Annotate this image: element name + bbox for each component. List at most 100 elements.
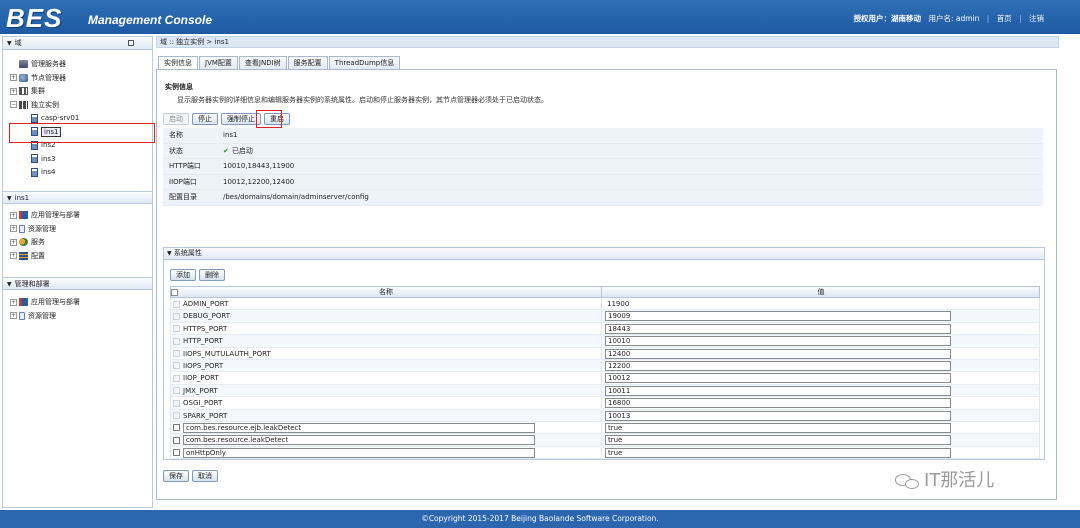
license-user: 授权用户：湖南移动	[853, 14, 922, 23]
row-checkbox[interactable]	[173, 449, 180, 457]
app-deploy-icon	[19, 298, 28, 306]
row-checkbox	[173, 325, 180, 333]
table-row: SPARK_PORT 10013	[170, 409, 1040, 422]
expand-icon[interactable]: +	[10, 312, 17, 319]
tab-bar: 实例信息 JVM配置 查看JNDI树 服务配置 ThreadDump信息	[158, 56, 401, 70]
info-row-name: 名称 ins1	[163, 128, 1043, 144]
header-user-bar: 授权用户：湖南移动 用户名: admin | 首页 | 注销	[853, 14, 1044, 23]
form-actions: 保存 取消	[163, 470, 221, 482]
table-row: IIOPS_PORT 12200	[170, 359, 1040, 373]
instance-tree: + 应用管理与部署 + 资源管理 + 服务 + 配置	[7, 209, 80, 263]
domain-panel-header[interactable]: ▼ 域	[3, 37, 152, 50]
tree-resource-mgmt-2[interactable]: + 资源管理	[7, 310, 80, 324]
property-value-input[interactable]: 19009	[605, 311, 951, 322]
username: 用户名: admin	[928, 14, 980, 23]
property-value-input[interactable]: 10010	[605, 336, 951, 347]
save-button[interactable]: 保存	[163, 470, 189, 482]
collapse-triangle-icon[interactable]: ▼	[167, 250, 172, 257]
info-row-config-dir: 配置目录 /bes/domains/domain/adminserver/con…	[163, 190, 1043, 206]
section-title: 实例信息	[165, 83, 193, 91]
tree-node-manager[interactable]: + 节点管理器	[7, 72, 152, 86]
tree-config[interactable]: + 配置	[7, 250, 80, 264]
force-stop-button[interactable]: 强制停止	[221, 113, 261, 125]
tab-service-config[interactable]: 服务配置	[287, 56, 328, 69]
row-checkbox	[173, 387, 180, 395]
home-link[interactable]: 首页	[997, 14, 1012, 23]
row-checkbox	[173, 362, 180, 370]
domain-tree: 管理服务器 + 节点管理器 + 集群 − 独立实例 casp-srv01 ins1 i…	[3, 50, 152, 184]
instance-info-table: 名称 ins1 状态 ✔ 已启动 HTTP端口 10010,18443,11900…	[163, 128, 1043, 206]
collapse-triangle-icon[interactable]: ▼	[7, 281, 12, 288]
property-value-input[interactable]: 12400	[605, 348, 951, 359]
tab-jndi-tree[interactable]: 查看JNDI树	[238, 56, 287, 69]
column-value-header: 值	[817, 288, 825, 296]
tree-standalone-instances[interactable]: − 独立实例	[7, 99, 152, 113]
row-checkbox	[173, 412, 180, 420]
property-value-input[interactable]: true	[605, 435, 951, 446]
table-row: JMX_PORT 10011	[170, 384, 1040, 398]
started-check-icon: ✔	[223, 146, 229, 155]
tree-resource-mgmt[interactable]: + 资源管理	[7, 223, 80, 237]
logout-link[interactable]: 注销	[1029, 14, 1044, 23]
property-value-input[interactable]: true	[605, 422, 951, 433]
property-value-input[interactable]: true	[605, 447, 951, 458]
row-checkbox	[173, 300, 180, 308]
property-name-input[interactable]: onHttpOnly	[183, 447, 535, 458]
collapse-triangle-icon[interactable]: ▼	[7, 195, 12, 202]
expand-icon[interactable]: +	[10, 298, 17, 306]
collapse-triangle-icon[interactable]: ▼	[7, 40, 12, 47]
instance-icon	[31, 113, 38, 123]
table-row: HTTP_PORT 10010	[170, 335, 1040, 348]
app-header: BES Management Console 授权用户：湖南移动 用户名: ad…	[0, 0, 1080, 34]
delete-property-button[interactable]: 删除	[199, 269, 225, 281]
info-row-http-ports: HTTP端口 10010,18443,11900	[163, 159, 1043, 175]
property-name-input[interactable]: com.bes.resource.leakDetect	[183, 435, 535, 446]
expand-icon[interactable]: +	[10, 87, 17, 95]
stop-button[interactable]: 停止	[192, 113, 218, 125]
property-value-input[interactable]: 10013	[605, 410, 951, 421]
instances-icon	[19, 100, 28, 109]
row-checkbox[interactable]	[173, 424, 180, 432]
start-button[interactable]: 启动	[163, 113, 189, 125]
tree-app-deploy[interactable]: + 应用管理与部署	[7, 209, 80, 223]
table-row: IIOP_PORT 10012	[170, 372, 1040, 385]
table-row: com.bes.resource.ejb.leakDetect true	[170, 421, 1040, 435]
tree-app-deploy-2[interactable]: + 应用管理与部署	[7, 296, 80, 310]
instance-panel-header[interactable]: ▼ ins1	[3, 191, 152, 204]
property-value-input[interactable]: 10012	[605, 373, 951, 384]
instance-icon	[31, 167, 38, 177]
expand-icon[interactable]: +	[10, 252, 17, 259]
add-property-button[interactable]: 添加	[170, 269, 196, 281]
resource-icon	[19, 311, 25, 320]
info-row-status: 状态 ✔ 已启动	[163, 143, 1043, 159]
tab-jvm-config[interactable]: JVM配置	[199, 56, 238, 69]
tree-admin-server[interactable]: 管理服务器	[7, 58, 152, 72]
property-value-input[interactable]: 16800	[605, 398, 951, 409]
expand-icon[interactable]: +	[10, 225, 17, 232]
tab-instance-info[interactable]: 实例信息	[158, 56, 198, 70]
row-checkbox[interactable]	[173, 436, 180, 444]
property-value-input[interactable]: 10011	[605, 385, 951, 396]
collapse-icon[interactable]: −	[10, 101, 17, 108]
instance-info-panel: 实例信息 显示服务器实例的详细信息和编辑服务器实例的系统属性。启动和停止服务器实…	[156, 69, 1057, 500]
resource-icon	[19, 224, 25, 233]
expand-icon[interactable]: +	[10, 238, 17, 246]
property-value-input[interactable]: 18443	[605, 323, 951, 334]
tree-instance-ins4[interactable]: ins4	[7, 166, 152, 180]
row-checkbox	[173, 312, 180, 320]
property-name-input[interactable]: com.bes.resource.ejb.leakDetect	[183, 422, 535, 433]
system-properties-header[interactable]: ▼ 系统属性	[164, 248, 1044, 260]
expand-icon[interactable]: +	[10, 211, 17, 219]
chat-bubble-icon	[895, 472, 921, 490]
manage-panel-header[interactable]: ▼ 管理和部署	[3, 277, 152, 290]
cancel-button[interactable]: 取消	[192, 470, 218, 482]
tree-instance-ins3[interactable]: ins3	[7, 153, 152, 167]
console-title: Management Console	[88, 13, 213, 27]
expand-icon[interactable]: +	[10, 74, 17, 81]
minimize-icon[interactable]	[128, 40, 134, 46]
tree-services[interactable]: + 服务	[7, 236, 80, 250]
tab-threaddump[interactable]: ThreadDump信息	[328, 56, 401, 69]
tree-cluster[interactable]: + 集群	[7, 85, 152, 99]
left-sidebar: ▼ 域 管理服务器 + 节点管理器 + 集群 − 独立实例 casp-srv01 ins…	[2, 36, 155, 508]
property-value-input[interactable]: 12200	[605, 360, 951, 371]
